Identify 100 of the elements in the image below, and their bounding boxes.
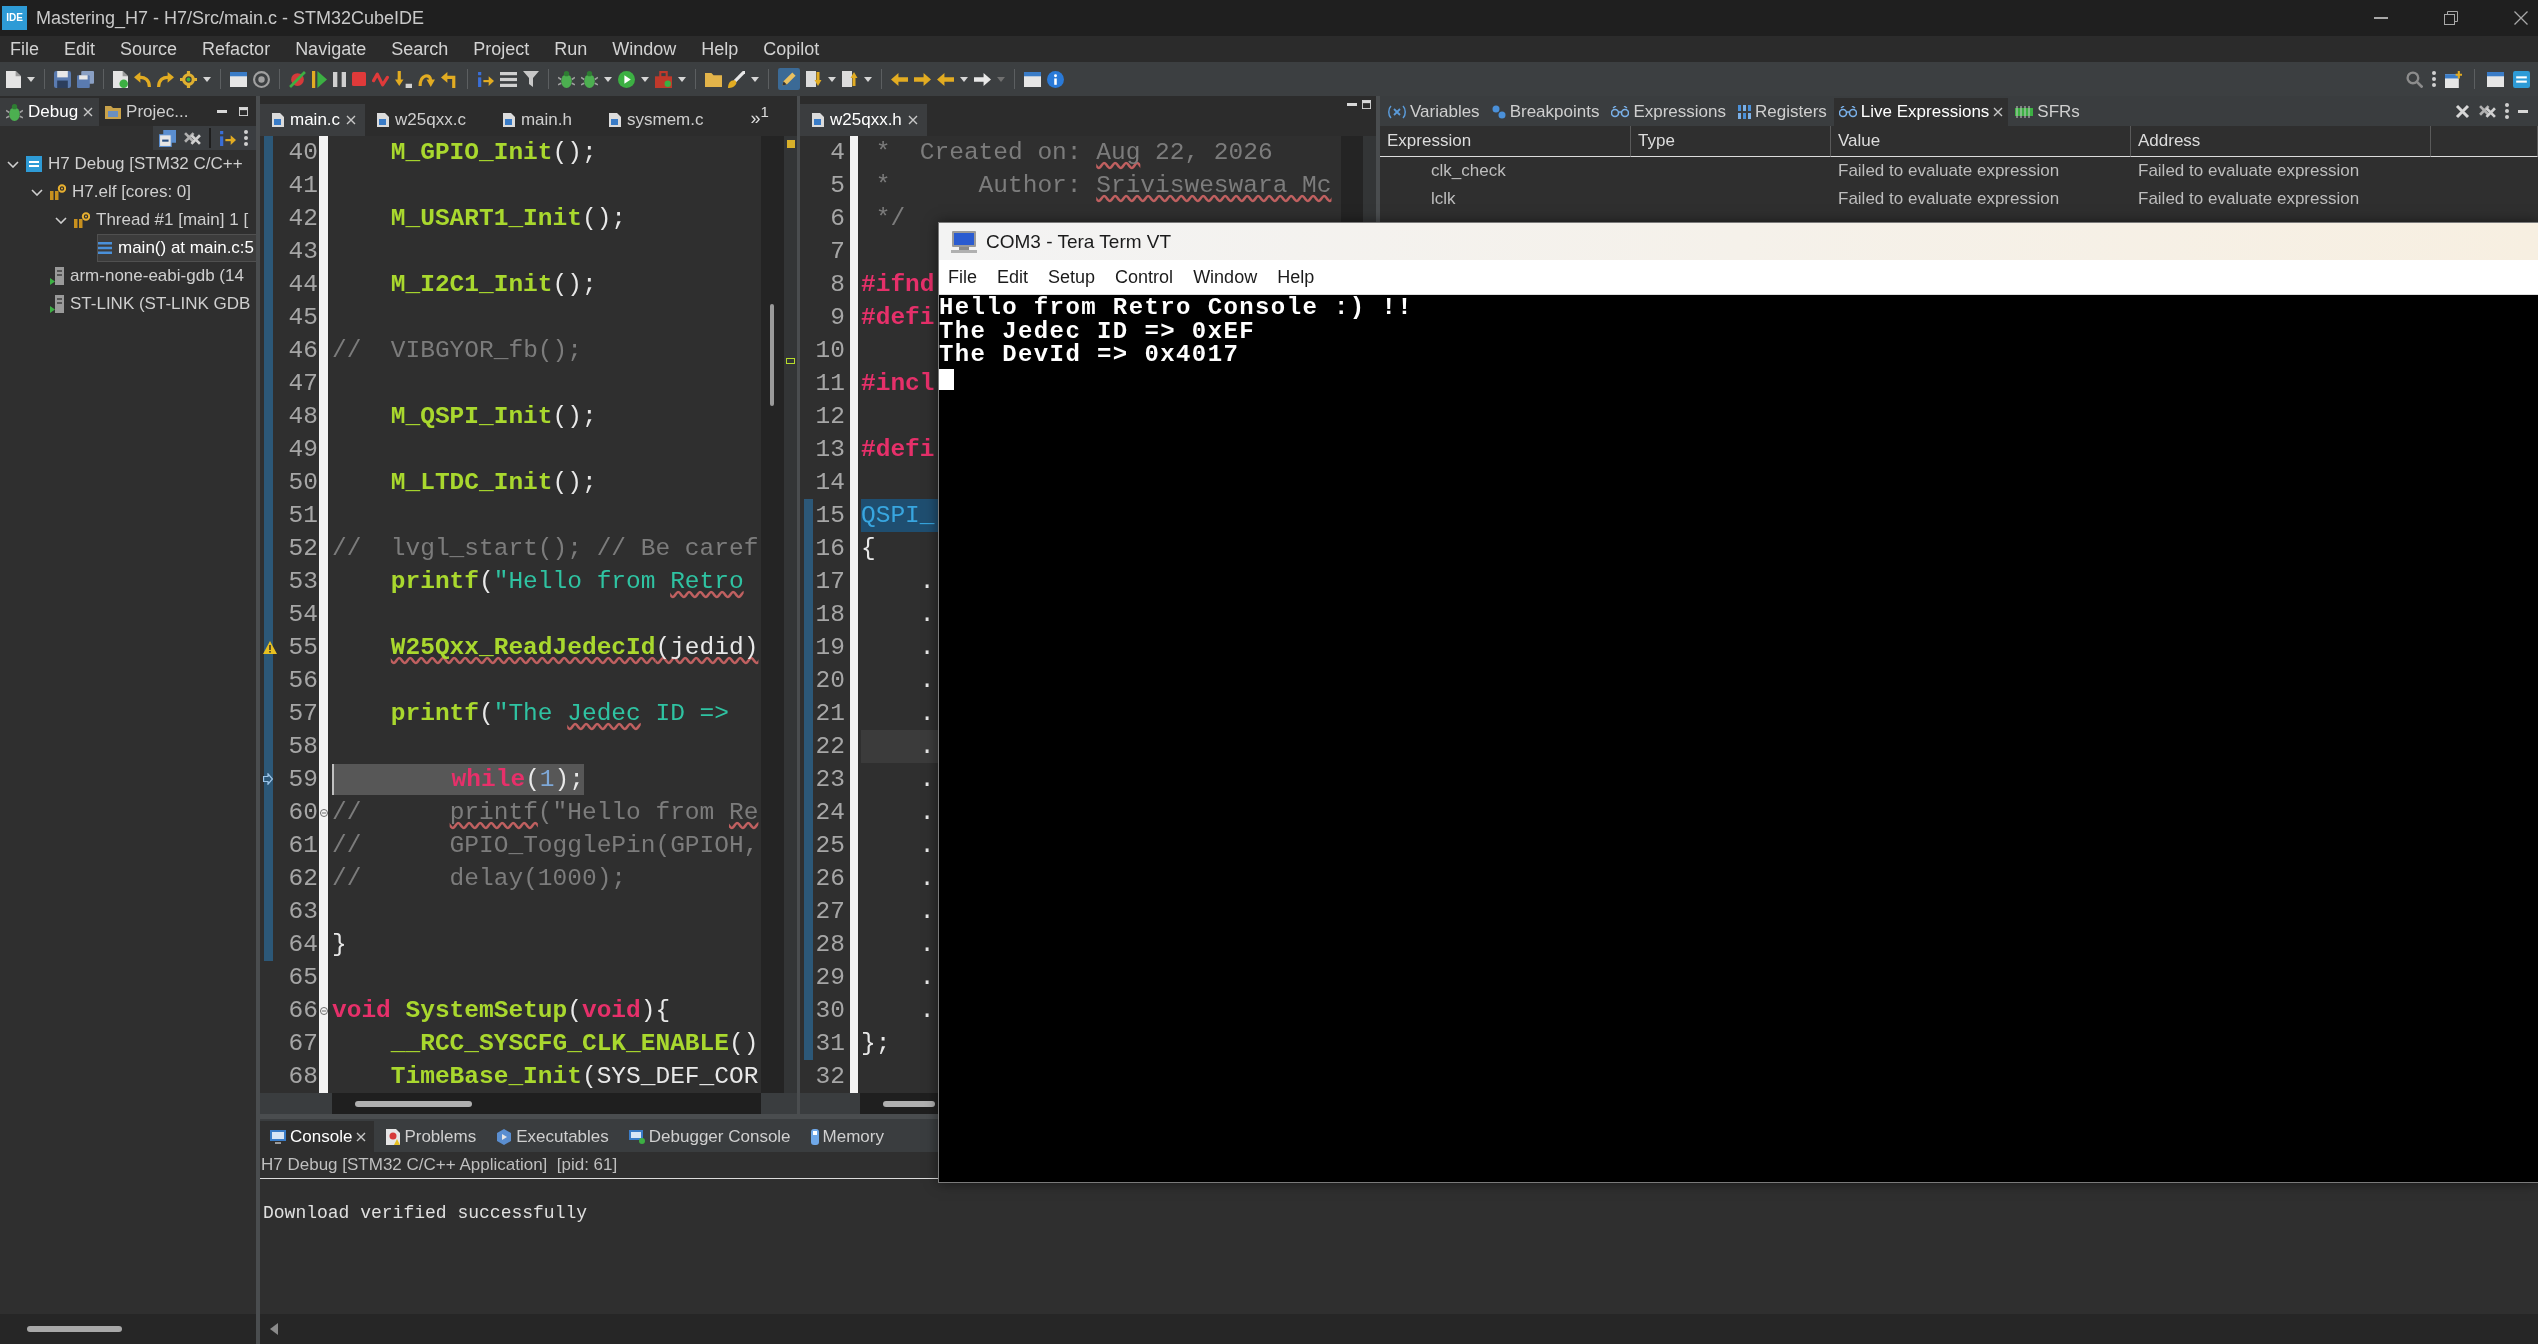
column-header[interactable]: Value (1831, 126, 2131, 157)
zigzag-icon[interactable] (372, 71, 389, 87)
tree-item[interactable]: arm-none-eabi-gdb (14 (50, 263, 256, 289)
tree-item[interactable]: H7.elf [cores: 0] (50, 179, 256, 205)
instruction-step-icon[interactable] (477, 71, 494, 87)
tree-item[interactable]: ST-LINK (ST-LINK GDB (50, 291, 256, 317)
close-icon[interactable] (907, 115, 918, 125)
window-icon[interactable] (1024, 71, 1041, 87)
menu-item[interactable]: Source (120, 38, 178, 60)
menu-item[interactable]: Control (1115, 266, 1174, 288)
restore-icon[interactable] (2444, 11, 2458, 25)
view-tab[interactable]: Live Expressions (1833, 98, 2009, 126)
close-icon[interactable] (356, 1131, 367, 1142)
collapse-all-icon[interactable] (159, 129, 176, 147)
target-icon[interactable] (253, 70, 270, 88)
caret-icon[interactable] (864, 76, 872, 82)
caret-icon[interactable] (27, 76, 35, 82)
double-cross-icon[interactable] (184, 131, 201, 145)
caret-icon[interactable] (604, 76, 612, 82)
view-tab[interactable]: Problems (376, 1121, 485, 1152)
view-tab[interactable]: Registers (1733, 98, 1832, 126)
maximize-icon[interactable] (1362, 100, 1371, 109)
kebab-menu-icon[interactable] (2432, 71, 2436, 87)
crossed-dot-icon[interactable] (289, 70, 306, 88)
column-header[interactable]: Type (1631, 126, 1831, 157)
tree-item[interactable]: H7 Debug [STM32 C/C++ (26, 151, 256, 177)
vertical-scrollbar[interactable] (761, 136, 784, 1093)
chevron-down-icon[interactable] (55, 216, 67, 224)
close-icon[interactable] (2514, 11, 2528, 25)
horizontal-scrollbar[interactable] (332, 1093, 761, 1114)
scrollbar-thumb[interactable] (355, 1100, 472, 1107)
floppy-disks-icon[interactable] (77, 70, 94, 88)
instruction-step-icon[interactable] (219, 130, 236, 146)
editor-tab[interactable]: w25qxx.h (800, 104, 927, 136)
window-plus-icon[interactable] (2445, 70, 2462, 88)
window-icon[interactable] (230, 71, 247, 87)
caret-icon[interactable] (678, 76, 686, 82)
list-icon[interactable] (500, 71, 517, 87)
menu-item[interactable]: Run (554, 38, 588, 60)
menu-item[interactable]: Search (391, 38, 449, 60)
view-tab[interactable]: Expressions (1606, 98, 1731, 126)
view-tab[interactable]: Memory (800, 1121, 892, 1152)
collapse-icon[interactable] (319, 808, 328, 817)
editor-tab[interactable]: main.h (490, 104, 597, 136)
view-tab[interactable]: Executables (486, 1121, 617, 1152)
vertical-scrollbar[interactable] (1341, 136, 1363, 222)
search-icon[interactable] (2406, 70, 2423, 88)
view-tab[interactable]: Variables (1383, 98, 1485, 126)
arrow-left-icon[interactable] (891, 72, 908, 86)
toolbox-icon[interactable] (655, 70, 672, 88)
menu-item[interactable]: Window (1193, 266, 1258, 288)
arrow-left-icon[interactable] (937, 72, 954, 86)
minimize-icon[interactable] (217, 109, 227, 113)
step-return-icon[interactable] (441, 70, 458, 88)
scrollbar-thumb[interactable] (770, 304, 774, 406)
kebab-menu-icon[interactable] (244, 130, 248, 146)
menu-item[interactable]: Refactor (202, 38, 271, 60)
column-header[interactable]: Address (2131, 126, 2431, 157)
collapse-icon[interactable] (319, 1006, 328, 1015)
arrow-right-icon[interactable] (914, 72, 931, 86)
menu-item[interactable]: Project (473, 38, 530, 60)
caret-icon[interactable] (641, 76, 649, 82)
view-tab[interactable]: Projec... (99, 98, 195, 126)
caret-icon[interactable] (828, 76, 836, 82)
chevron-down-icon[interactable] (7, 160, 19, 168)
close-icon[interactable] (1993, 107, 2004, 117)
curved-arrow-icon[interactable] (134, 71, 151, 87)
brush-icon[interactable] (728, 70, 745, 88)
curved-arrow-icon[interactable] (157, 71, 174, 87)
gear-icon[interactable] (180, 70, 197, 88)
kebab-menu-icon[interactable] (2505, 103, 2509, 119)
triangle-left-icon[interactable] (270, 1323, 278, 1335)
minimize-icon[interactable] (2518, 109, 2528, 113)
caret-icon[interactable] (751, 76, 759, 82)
maximize-icon[interactable] (239, 106, 248, 116)
window-icon[interactable] (2487, 71, 2504, 87)
horizontal-scrollbar[interactable] (860, 1093, 938, 1114)
double-cross-icon[interactable] (2479, 104, 2496, 118)
pause-icon[interactable] (333, 71, 346, 87)
scrollbar-thumb[interactable] (27, 1326, 122, 1332)
menu-item[interactable]: Navigate (295, 38, 367, 60)
menu-item[interactable]: Help (701, 38, 739, 60)
editor-tab[interactable]: w25qxx.c (365, 104, 491, 136)
menu-item[interactable]: Setup (1048, 266, 1096, 288)
view-tab[interactable]: Debugger Console (618, 1121, 799, 1152)
view-tab[interactable]: Debug (0, 98, 100, 126)
page-arrow-up-icon[interactable] (842, 71, 858, 87)
bug-icon[interactable] (558, 70, 575, 88)
view-tab[interactable]: Breakpoints (1486, 98, 1605, 126)
more-tabs-button[interactable]: »$^{1}$ (750, 103, 769, 129)
caret-icon[interactable] (960, 76, 968, 82)
caret-icon[interactable] (203, 76, 211, 82)
page-arrow-down-icon[interactable] (806, 71, 822, 87)
editor-tab[interactable]: main.c (260, 104, 366, 136)
tree-item[interactable]: Thread #1 [main] 1 [ (74, 207, 256, 233)
tile-icon[interactable] (2513, 70, 2530, 88)
document-icon[interactable] (113, 70, 128, 88)
menu-item[interactable]: File (10, 38, 39, 60)
view-tab[interactable]: SFRs (2010, 98, 2085, 126)
menu-item[interactable]: Edit (997, 266, 1029, 288)
